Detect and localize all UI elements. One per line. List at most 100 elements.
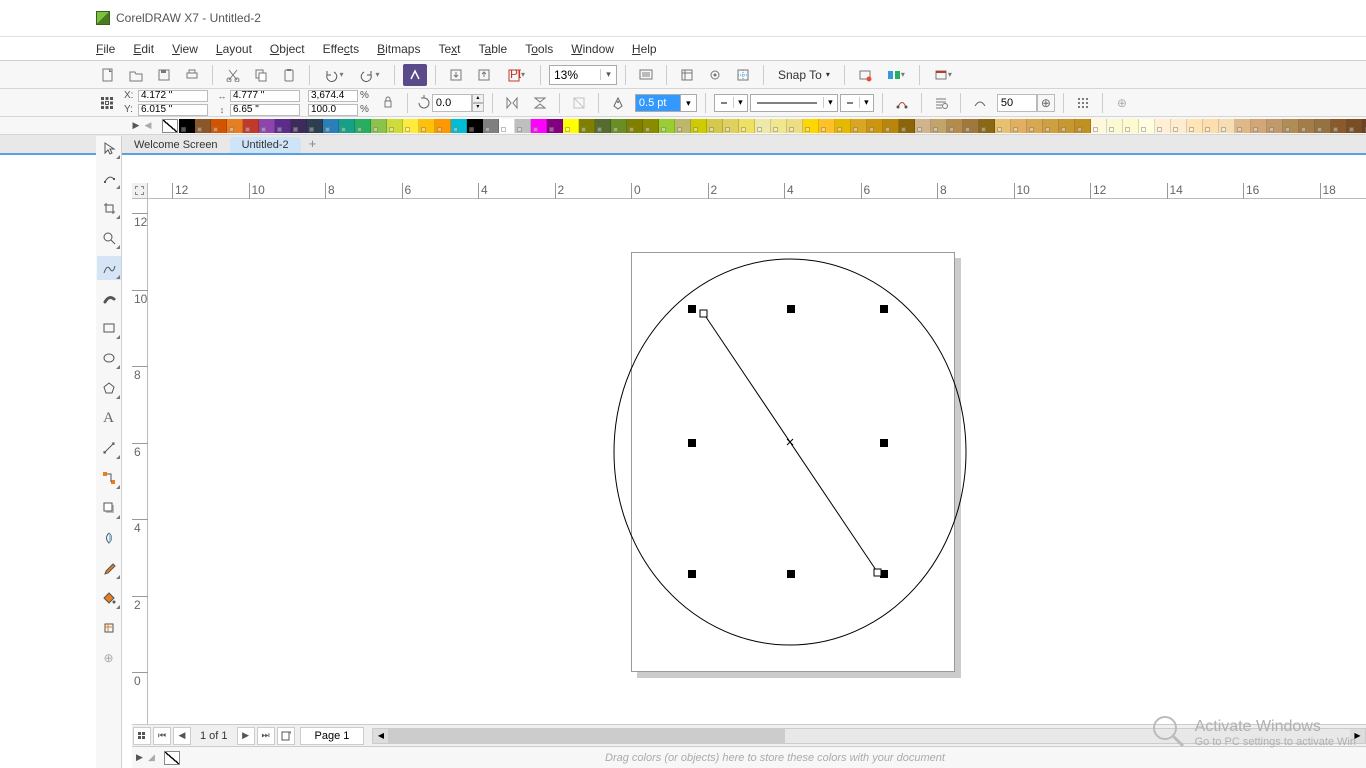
page-next-end[interactable]: ⏭ bbox=[257, 727, 275, 745]
open-button[interactable] bbox=[124, 64, 148, 86]
crop-tool[interactable] bbox=[97, 196, 121, 220]
color-swatch[interactable] bbox=[819, 119, 835, 133]
menu-window[interactable]: Window bbox=[571, 42, 614, 56]
color-swatch[interactable] bbox=[851, 119, 867, 133]
horizontal-ruler[interactable]: 02468101214161812108642 bbox=[148, 183, 1366, 199]
pick-tool[interactable] bbox=[97, 136, 121, 160]
color-swatch[interactable] bbox=[1123, 119, 1139, 133]
publish-pdf-button[interactable]: PDF▾ bbox=[500, 64, 532, 86]
color-swatch[interactable] bbox=[515, 119, 531, 133]
color-swatch[interactable] bbox=[275, 119, 291, 133]
object-origin-icon[interactable] bbox=[96, 93, 118, 113]
tab-add[interactable]: + bbox=[301, 134, 325, 153]
polygon-tool[interactable] bbox=[97, 376, 121, 400]
color-swatch[interactable] bbox=[691, 119, 707, 133]
page-add[interactable] bbox=[277, 727, 295, 745]
color-swatch[interactable] bbox=[259, 119, 275, 133]
shape-tool[interactable] bbox=[97, 166, 121, 190]
drawing-canvas[interactable] bbox=[148, 199, 1366, 724]
ruler-origin[interactable] bbox=[132, 183, 148, 199]
color-swatch[interactable] bbox=[1299, 119, 1315, 133]
color-swatch[interactable] bbox=[339, 119, 355, 133]
menu-bitmaps[interactable]: Bitmaps bbox=[377, 42, 420, 56]
menu-table[interactable]: Table bbox=[479, 42, 508, 56]
color-swatch[interactable] bbox=[1027, 119, 1043, 133]
color-swatch[interactable] bbox=[227, 119, 243, 133]
color-swatch[interactable] bbox=[1011, 119, 1027, 133]
color-swatch[interactable] bbox=[595, 119, 611, 133]
outline-width-dropdown[interactable]: ▾ bbox=[681, 94, 697, 112]
position-y-input[interactable] bbox=[138, 104, 208, 116]
snap-to-dropdown[interactable]: Snap To▾ bbox=[772, 68, 836, 82]
menu-view[interactable]: View bbox=[172, 42, 198, 56]
welcome-screen-button[interactable]: ▾ bbox=[928, 64, 958, 86]
docpalette-menu[interactable]: ▶ bbox=[136, 752, 148, 763]
color-swatch[interactable] bbox=[1331, 119, 1347, 133]
copy-button[interactable] bbox=[249, 64, 273, 86]
position-x-input[interactable] bbox=[138, 90, 208, 102]
color-swatch[interactable] bbox=[531, 119, 547, 133]
app-launcher-button[interactable]: ▾ bbox=[881, 64, 911, 86]
interactive-fill-tool[interactable] bbox=[97, 586, 121, 610]
horizontal-scrollbar[interactable]: ◀ ▶ bbox=[372, 728, 1366, 744]
print-button[interactable] bbox=[180, 64, 204, 86]
menu-effects[interactable]: Effects bbox=[323, 42, 359, 56]
redo-button[interactable]: ▾ bbox=[354, 64, 386, 86]
hscroll-left[interactable]: ◀ bbox=[373, 729, 388, 743]
color-swatch[interactable] bbox=[1091, 119, 1107, 133]
page-prev[interactable]: ◀ bbox=[173, 727, 191, 745]
ellipse-tool[interactable] bbox=[97, 346, 121, 370]
color-swatch[interactable] bbox=[643, 119, 659, 133]
text-tool[interactable]: A bbox=[97, 406, 121, 430]
tab-document[interactable]: Untitled-2 bbox=[230, 137, 301, 153]
scale-x-input[interactable] bbox=[308, 90, 358, 102]
page-tab-1[interactable]: Page 1 bbox=[300, 727, 365, 745]
color-swatch[interactable] bbox=[499, 119, 515, 133]
page-prev-end[interactable]: ⏮ bbox=[153, 727, 171, 745]
palette-scroll-left2[interactable]: ◀ bbox=[142, 120, 154, 131]
color-swatch[interactable] bbox=[355, 119, 371, 133]
color-swatch[interactable] bbox=[947, 119, 963, 133]
color-swatch[interactable] bbox=[1187, 119, 1203, 133]
color-swatch[interactable] bbox=[659, 119, 675, 133]
color-swatch[interactable] bbox=[387, 119, 403, 133]
freehand-tool[interactable] bbox=[97, 256, 121, 280]
smart-fill-tool[interactable] bbox=[97, 616, 121, 640]
export-button[interactable] bbox=[472, 64, 496, 86]
paste-button[interactable] bbox=[277, 64, 301, 86]
save-button[interactable] bbox=[152, 64, 176, 86]
color-swatch[interactable] bbox=[563, 119, 579, 133]
cut-button[interactable] bbox=[221, 64, 245, 86]
close-curve-button[interactable] bbox=[891, 93, 913, 113]
connector-tool[interactable] bbox=[97, 466, 121, 490]
color-swatch[interactable] bbox=[627, 119, 643, 133]
color-swatch[interactable] bbox=[931, 119, 947, 133]
menu-tools[interactable]: Tools bbox=[525, 42, 553, 56]
color-swatch[interactable] bbox=[611, 119, 627, 133]
docpalette-no-color[interactable] bbox=[164, 751, 180, 765]
start-arrowhead-combo[interactable]: ▾ bbox=[714, 94, 748, 112]
color-swatch[interactable] bbox=[1107, 119, 1123, 133]
undo-button[interactable]: ▾ bbox=[318, 64, 350, 86]
color-swatch[interactable] bbox=[243, 119, 259, 133]
show-rulers-button[interactable] bbox=[675, 64, 699, 86]
color-swatch[interactable] bbox=[787, 119, 803, 133]
color-swatch[interactable] bbox=[803, 119, 819, 133]
reduce-nodes-apply[interactable]: ⊕ bbox=[1037, 94, 1055, 112]
show-guidelines-button[interactable] bbox=[731, 64, 755, 86]
quick-customize-button[interactable]: ⊕ bbox=[1111, 93, 1133, 113]
hscroll-right[interactable]: ▶ bbox=[1350, 729, 1365, 743]
color-swatch[interactable] bbox=[995, 119, 1011, 133]
color-swatch[interactable] bbox=[675, 119, 691, 133]
color-eyedropper-tool[interactable] bbox=[97, 556, 121, 580]
tab-welcome[interactable]: Welcome Screen bbox=[122, 137, 230, 153]
rotation-up[interactable]: ▴ bbox=[472, 94, 484, 103]
color-swatch[interactable] bbox=[835, 119, 851, 133]
color-swatch[interactable] bbox=[739, 119, 755, 133]
color-swatch[interactable] bbox=[1347, 119, 1363, 133]
color-swatch[interactable] bbox=[547, 119, 563, 133]
reduce-nodes-input[interactable] bbox=[997, 94, 1037, 112]
mirror-v-button[interactable] bbox=[529, 93, 551, 113]
color-swatch[interactable] bbox=[771, 119, 787, 133]
color-swatch[interactable] bbox=[211, 119, 227, 133]
